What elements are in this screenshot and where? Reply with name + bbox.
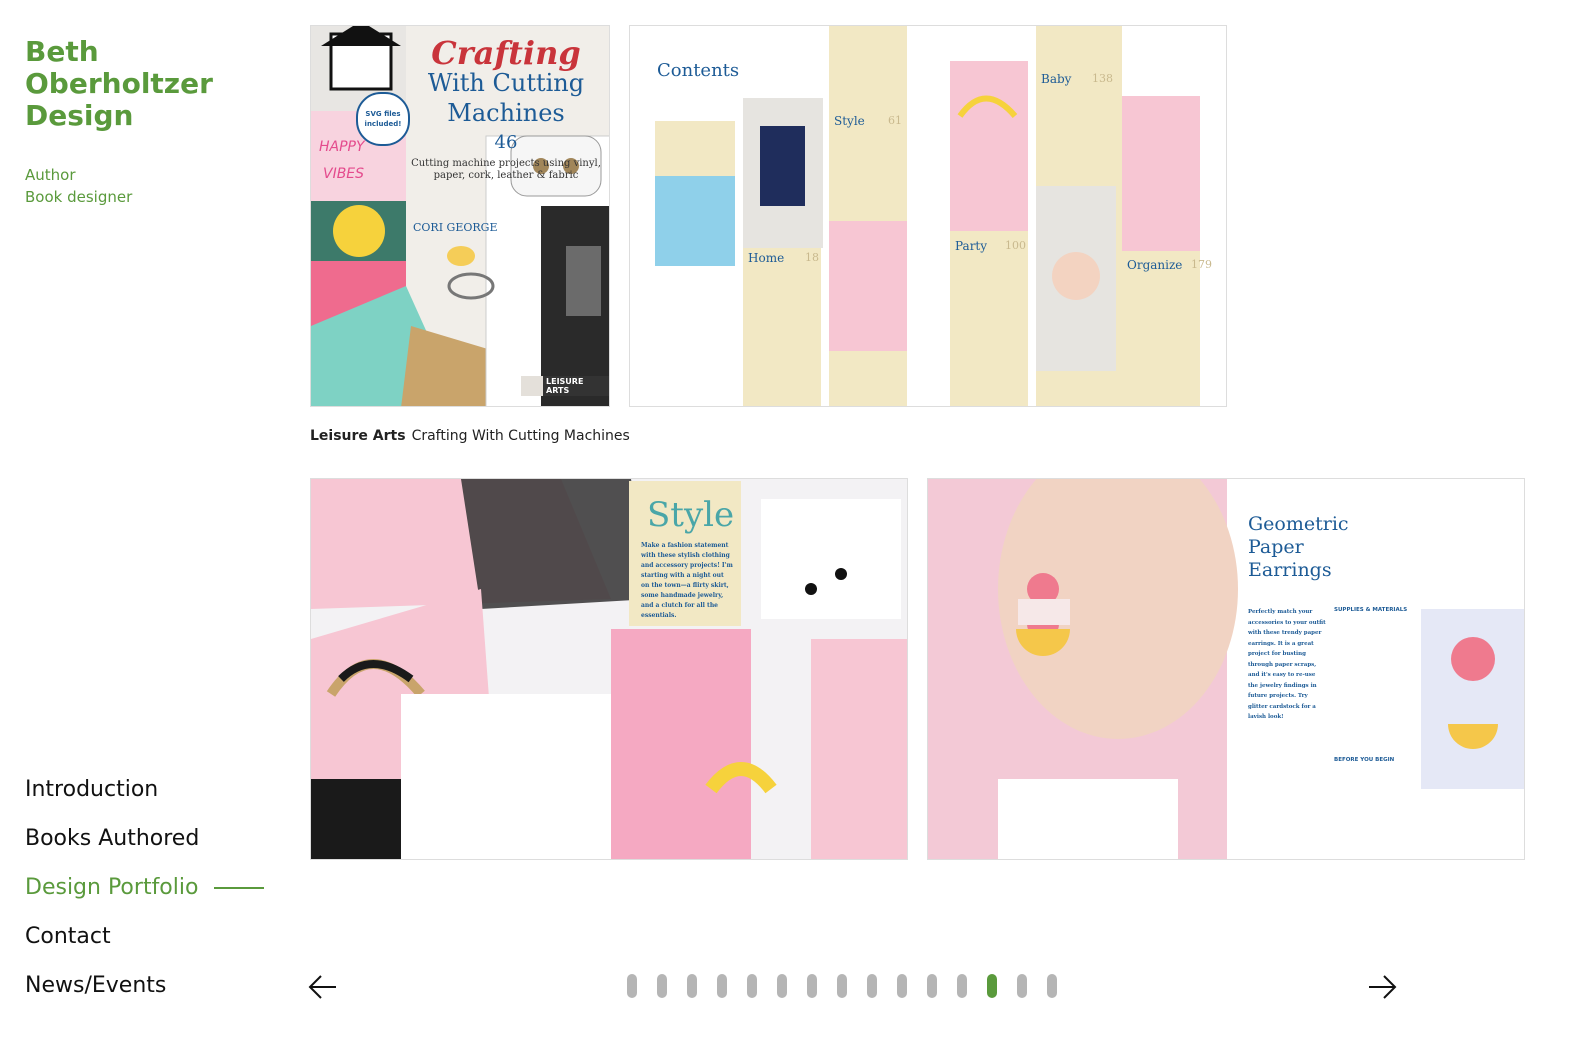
- pagination-dot[interactable]: [957, 974, 967, 998]
- toc-page-organize: 179: [1191, 258, 1212, 271]
- pagination-dot[interactable]: [1017, 974, 1027, 998]
- project-caption: Leisure Arts Crafting With Cutting Machin…: [310, 428, 630, 444]
- earrings-heading-line-2: Paper: [1248, 536, 1304, 558]
- role-author: Author: [25, 166, 76, 184]
- caption-title: Crafting With Cutting Machines: [411, 428, 630, 444]
- style-illustration: [311, 479, 907, 859]
- pagination-dots: [627, 974, 1077, 998]
- toc-section-home: Home: [748, 251, 785, 265]
- nav-label: News/Events: [25, 973, 167, 998]
- pagination-dot[interactable]: [987, 974, 997, 998]
- pagination-dot[interactable]: [867, 974, 877, 998]
- pagination-dot[interactable]: [807, 974, 817, 998]
- nav-item-introduction[interactable]: Introduction: [25, 765, 264, 814]
- pagination-dot[interactable]: [1047, 974, 1057, 998]
- nav-item-news-events[interactable]: News/Events: [25, 961, 264, 1010]
- toc-section-baby: Baby: [1041, 72, 1072, 86]
- toc-page-party: 100: [1005, 239, 1026, 252]
- nav-label: Introduction: [25, 777, 159, 802]
- toc-section-organize: Organize: [1127, 258, 1183, 272]
- cover-subtitle: Cutting machine projects using vinyl, pa…: [411, 158, 601, 181]
- pagination-dot[interactable]: [657, 974, 667, 998]
- active-indicator-line: [214, 886, 265, 889]
- pagination-dot[interactable]: [627, 974, 637, 998]
- main-nav: Introduction Books Authored Design Portf…: [25, 765, 265, 1010]
- earrings-heading: Geometric Paper Earrings: [1248, 513, 1349, 582]
- nav-label: Design Portfolio: [25, 875, 199, 900]
- arrow-right-icon[interactable]: [1365, 970, 1399, 1004]
- style-body: Make a fashion statement with these styl…: [641, 542, 733, 619]
- brand-line-1: Beth: [25, 35, 99, 68]
- earrings-heading-line-1: Geometric: [1248, 513, 1349, 535]
- pagination-dot[interactable]: [747, 974, 757, 998]
- cover-number: 46: [494, 132, 518, 153]
- toc-section-party: Party: [955, 239, 988, 253]
- earrings-intro: Perfectly match your accessories to your…: [1248, 609, 1326, 720]
- svg-badge: SVG files included!: [356, 92, 410, 146]
- toc-section-style: Style: [834, 114, 865, 128]
- toc-heading: Contents: [657, 60, 740, 81]
- earrings-spread-image[interactable]: Geometric Paper Earrings Perfectly match…: [927, 478, 1525, 860]
- before-heading: BEFORE YOU BEGIN: [1334, 757, 1395, 763]
- earrings-heading-line-3: Earrings: [1248, 559, 1332, 581]
- caption-publisher: Leisure Arts: [310, 428, 406, 444]
- roles: Author Book designer: [25, 164, 132, 208]
- svg-text:HAPPY: HAPPY: [319, 139, 366, 155]
- style-heading: Style: [647, 495, 735, 535]
- book-cover-image[interactable]: HAPPY VIBES SVG files included! Crafting…: [310, 25, 610, 407]
- pagination-dot[interactable]: [897, 974, 907, 998]
- brand-line-2: Oberholtzer: [25, 67, 213, 100]
- contents-illustration: [655, 26, 1200, 406]
- site-brand[interactable]: Beth Oberholtzer Design: [25, 36, 245, 132]
- toc-page-baby: 138: [1092, 72, 1113, 85]
- supplies-heading: SUPPLIES & MATERIALS: [1334, 607, 1408, 613]
- pagination-dot[interactable]: [777, 974, 787, 998]
- pagination-dot[interactable]: [927, 974, 937, 998]
- cover-title-line-3: Machines: [447, 99, 565, 127]
- toc-page-style: 61: [888, 114, 902, 127]
- style-spread-image[interactable]: Style Make a fashion statement with thes…: [310, 478, 908, 860]
- cover-title-line-1: Crafting: [431, 34, 581, 72]
- contents-spread-image[interactable]: Contents Home 18 Style 61 Party 100 Baby…: [629, 25, 1227, 407]
- toc-page-home: 18: [805, 251, 819, 264]
- brand-line-3: Design: [25, 99, 134, 132]
- pagination-dot[interactable]: [687, 974, 697, 998]
- nav-item-design-portfolio[interactable]: Design Portfolio: [25, 863, 265, 912]
- cover-title: Crafting With Cutting Machines 46 Cuttin…: [411, 34, 601, 182]
- pagination-dot[interactable]: [717, 974, 727, 998]
- nav-item-contact[interactable]: Contact: [25, 912, 264, 961]
- earrings-illustration: [928, 479, 1524, 859]
- arrow-left-icon[interactable]: [306, 970, 340, 1004]
- publisher-logo: LEISURE ARTS: [543, 376, 609, 396]
- pagination-dot[interactable]: [837, 974, 847, 998]
- role-book-designer: Book designer: [25, 188, 133, 206]
- cover-author: CORI GEORGE: [413, 221, 498, 234]
- nav-item-books-authored[interactable]: Books Authored: [25, 814, 264, 863]
- cover-title-line-2: With Cutting: [427, 69, 585, 97]
- nav-label: Contact: [25, 924, 111, 949]
- svg-text:VIBES: VIBES: [323, 166, 364, 182]
- nav-label: Books Authored: [25, 826, 200, 851]
